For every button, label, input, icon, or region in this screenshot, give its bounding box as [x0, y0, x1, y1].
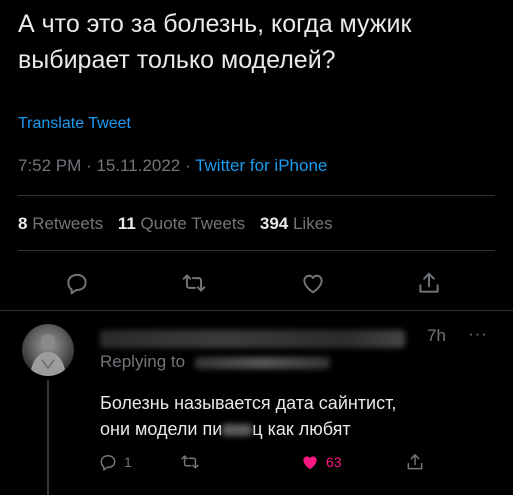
tweet-text: А что это за болезнь, когда мужик выбира… [18, 10, 412, 74]
reply-text-part: они модели пи [100, 419, 223, 439]
reply-retweet-button[interactable] [180, 450, 200, 474]
reply-text: Болезнь называется дата сайнтист, они мо… [100, 390, 500, 442]
reply-share-button[interactable] [405, 450, 425, 474]
divider [18, 195, 495, 196]
retweets-label: Retweets [32, 214, 104, 233]
quotes-stat[interactable]: 11 Quote Tweets [118, 214, 245, 233]
tweet-date: 15.11.2022 [96, 156, 181, 175]
meta-separator: · [185, 156, 196, 175]
share-button[interactable] [412, 266, 446, 300]
thread-line [47, 380, 49, 495]
reply-text-part: ц как любят [252, 419, 351, 439]
meta-separator: · [86, 156, 97, 175]
reply-header: 7h ··· [100, 324, 503, 350]
reply-author-avatar[interactable] [22, 324, 74, 376]
divider [18, 250, 495, 251]
reply-time[interactable]: 7h [427, 326, 446, 346]
censored-word [222, 424, 253, 437]
tweet-source-link[interactable]: Twitter for iPhone [195, 156, 327, 175]
reply-button[interactable] [60, 266, 94, 300]
likes-count: 394 [259, 214, 289, 233]
retweet-icon [182, 274, 206, 292]
reply-icon [100, 455, 116, 471]
retweets-count: 8 [18, 214, 28, 233]
avatar-image [30, 334, 66, 376]
reply-reply-button[interactable]: 1 [98, 450, 132, 474]
quotes-label: Quote Tweets [140, 214, 246, 233]
liked-heart-icon [303, 456, 317, 470]
reply-like-count: 63 [326, 454, 342, 470]
replying-to-label: Replying to [100, 352, 186, 371]
share-icon [407, 454, 423, 470]
like-button[interactable] [296, 266, 330, 300]
translate-tweet-link[interactable]: Translate Tweet [18, 115, 131, 133]
more-options-button[interactable]: ··· [468, 324, 488, 344]
reply-actions: 1 63 [0, 450, 513, 474]
reply-author-name-redacted [100, 330, 405, 348]
likes-stat[interactable]: 394 Likes [260, 214, 333, 233]
reply-reply-count: 1 [124, 454, 132, 470]
likes-label: Likes [292, 214, 333, 233]
tweet-stats: 8 Retweets 11 Quote Tweets 394 Likes [18, 214, 333, 234]
tweet-actions [0, 266, 513, 300]
quotes-count: 11 [117, 214, 136, 233]
tweet-time: 7:52 PM [18, 156, 82, 175]
reply-text-line: они модели пи ц как любят [100, 416, 500, 442]
reply-icon [67, 273, 87, 295]
retweet-button[interactable] [177, 266, 211, 300]
retweet-icon [181, 455, 199, 469]
tweet-metadata: 7:52 PM · 15.11.2022 · Twitter for iPhon… [18, 156, 327, 176]
replying-to-handle-redacted[interactable] [195, 356, 331, 369]
reply-text-line: Болезнь называется дата сайнтист, [100, 393, 397, 413]
reply-like-button[interactable]: 63 [300, 450, 342, 474]
replying-to: Replying to [100, 352, 331, 372]
divider [0, 310, 513, 311]
share-icon [419, 272, 439, 293]
retweets-stat[interactable]: 8 Retweets [18, 214, 103, 233]
like-icon [303, 274, 323, 294]
